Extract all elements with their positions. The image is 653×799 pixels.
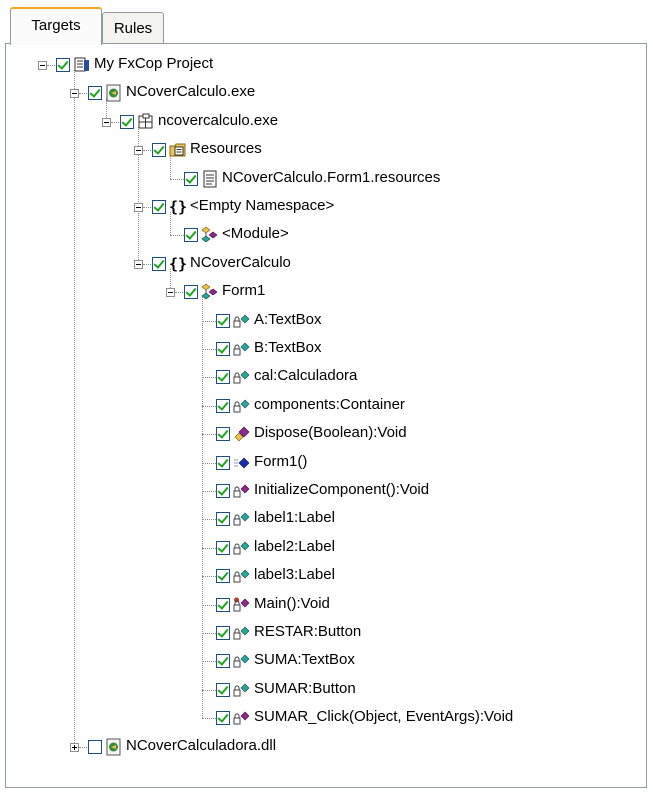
module-icon [137, 113, 155, 131]
tree-node-label[interactable]: Form1 [222, 281, 265, 301]
tree-guide-line [111, 121, 119, 123]
expand-icon[interactable] [70, 742, 79, 752]
collapse-icon[interactable] [134, 259, 143, 269]
tree-guide-line [143, 150, 151, 152]
target-checkbox[interactable] [152, 143, 166, 158]
tree-node-label[interactable]: InitializeComponent():Void [254, 480, 429, 500]
target-checkbox[interactable] [152, 256, 166, 271]
tree-node-label[interactable]: Resources [190, 139, 262, 159]
private-field-icon [233, 539, 251, 557]
tree-node-label[interactable]: NCoverCalculo [190, 253, 291, 273]
project-icon [73, 56, 91, 74]
tree-node-label[interactable]: My FxCop Project [94, 54, 213, 74]
targets-window: Targets Rules My FxCop Project NCoverCalc… [0, 0, 653, 799]
tree-node-label[interactable]: <Module> [222, 224, 289, 244]
target-checkbox[interactable] [216, 427, 230, 442]
tree-guide-line [175, 292, 183, 294]
tree-node-label[interactable]: NCoverCalculo.Form1.resources [222, 168, 440, 188]
tree-guide-line [143, 263, 151, 265]
collapse-icon[interactable] [134, 146, 143, 156]
target-checkbox[interactable] [216, 682, 230, 697]
private-field-icon [233, 624, 251, 642]
private-field-icon [233, 652, 251, 670]
targets-tree: My FxCop Project NCoverCalculo.exe ncoverc… [0, 0, 653, 799]
private-field-icon [233, 681, 251, 699]
target-checkbox[interactable] [216, 569, 230, 584]
private-field-icon [233, 567, 251, 585]
target-checkbox[interactable] [216, 398, 230, 413]
tree-node-label[interactable]: ncovercalculo.exe [158, 111, 278, 131]
tree-guide-line [74, 93, 75, 747]
collapse-icon[interactable] [38, 61, 47, 70]
private-method-icon [233, 709, 251, 727]
tree-node-label[interactable]: SUMAR_Click(Object, EventArgs):Void [254, 707, 513, 727]
tree-node-label[interactable]: SUMA:TextBox [254, 650, 355, 670]
tree-node-label[interactable]: A:TextBox [254, 310, 322, 330]
tab-targets[interactable]: Targets [10, 7, 102, 45]
tree-guide-line [79, 746, 87, 748]
tree-node-label[interactable]: NCoverCalculadora.dll [126, 736, 276, 756]
target-checkbox[interactable] [56, 58, 70, 72]
collapse-icon[interactable] [102, 117, 111, 127]
tree-guide-line [79, 93, 87, 95]
tree-node-label[interactable]: B:TextBox [254, 338, 322, 358]
target-checkbox[interactable] [216, 597, 230, 612]
tree-node-label[interactable]: components:Container [254, 395, 405, 415]
target-checkbox[interactable] [216, 455, 230, 470]
collapse-icon[interactable] [70, 89, 79, 99]
target-checkbox[interactable] [88, 739, 102, 754]
target-checkbox[interactable] [152, 200, 166, 214]
public-constructor-icon [233, 454, 251, 472]
tree-node-label[interactable]: SUMAR:Button [254, 679, 356, 699]
namespace-icon: {} [169, 198, 187, 216]
target-checkbox[interactable] [216, 484, 230, 498]
library-file-icon [105, 738, 123, 756]
target-checkbox[interactable] [216, 626, 230, 640]
executable-file-icon [105, 84, 123, 102]
tree-node-label[interactable]: <Empty Namespace> [190, 196, 334, 216]
target-checkbox[interactable] [88, 86, 102, 101]
tree-node-label[interactable]: RESTAR:Button [254, 622, 361, 642]
svg-text:{}: {} [169, 198, 187, 216]
target-checkbox[interactable] [216, 313, 230, 328]
private-field-icon [233, 368, 251, 386]
target-checkbox[interactable] [216, 540, 230, 555]
tree-node-label[interactable]: cal:Calculadora [254, 366, 357, 386]
resource-file-icon [201, 170, 219, 188]
tree-node-label[interactable]: Main():Void [254, 594, 330, 614]
target-checkbox[interactable] [184, 171, 198, 186]
namespace-icon: {} [169, 255, 187, 273]
target-checkbox[interactable] [184, 285, 198, 300]
private-method-icon [233, 482, 251, 500]
private-field-icon [233, 312, 251, 330]
private-field-icon [233, 397, 251, 415]
tree-node-label[interactable]: Form1() [254, 452, 307, 472]
protected-method-icon [233, 425, 251, 443]
target-checkbox[interactable] [216, 342, 230, 356]
tree-guide-line [47, 65, 55, 66]
tree-node-label[interactable]: label3:Label [254, 565, 335, 585]
target-checkbox[interactable] [216, 654, 230, 669]
tree-node-label[interactable]: Dispose(Boolean):Void [254, 423, 407, 443]
tree-node-label[interactable]: label2:Label [254, 537, 335, 557]
target-checkbox[interactable] [216, 512, 230, 527]
resources-folder-icon [169, 141, 187, 159]
tree-guide-line [143, 207, 151, 208]
svg-text:{}: {} [169, 255, 187, 273]
target-checkbox[interactable] [216, 370, 230, 385]
collapse-icon[interactable] [166, 288, 175, 298]
private-static-method-icon [233, 596, 251, 614]
class-icon [201, 226, 219, 244]
tree-node-label[interactable]: label1:Label [254, 508, 335, 528]
tree-guide-line [202, 297, 203, 719]
target-checkbox[interactable] [120, 114, 134, 129]
tree-node-label[interactable]: NCoverCalculo.exe [126, 82, 255, 102]
class-icon [201, 283, 219, 301]
target-checkbox[interactable] [216, 711, 230, 726]
private-field-icon [233, 340, 251, 358]
private-field-icon [233, 510, 251, 528]
collapse-icon[interactable] [134, 203, 143, 212]
target-checkbox[interactable] [184, 228, 198, 243]
